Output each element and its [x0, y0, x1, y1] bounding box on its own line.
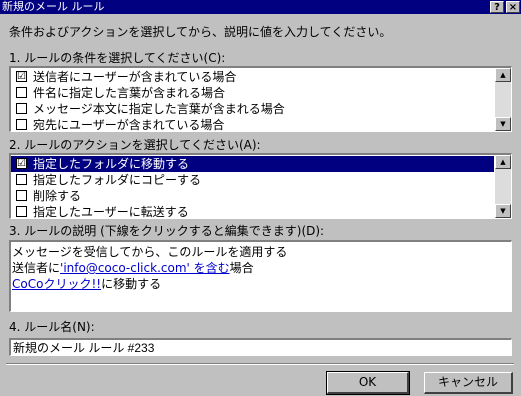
- description-line: CoCoクリック!!に移動する: [12, 277, 161, 292]
- scroll-down-icon[interactable]: ▼: [495, 204, 511, 218]
- checkbox[interactable]: [16, 119, 27, 130]
- description-line: 送信者に'info@coco-click.com' を含む場合: [12, 261, 254, 276]
- action-item[interactable]: 指定したユーザーに転送する: [11, 204, 494, 219]
- action-item[interactable]: ☑ 指定したフォルダに移動する: [11, 156, 494, 172]
- actions-list[interactable]: ☑ 指定したフォルダに移動する 指定したフォルダにコピーする 削除する 指定した…: [9, 153, 512, 219]
- rule-name-label: 4. ルール名(N):: [9, 320, 95, 334]
- checkbox[interactable]: [16, 174, 27, 185]
- condition-item[interactable]: メッセージ本文に指定した言葉が含まれる場合: [11, 101, 494, 117]
- description-line: メッセージを受信してから、このルールを適用する: [12, 245, 288, 259]
- description-text: に移動する: [101, 277, 162, 291]
- actions-scrollbar[interactable]: ▲ ▼: [495, 155, 511, 218]
- condition-item[interactable]: ☑ 送信者にユーザーが含まれている場合: [11, 69, 494, 85]
- scroll-up-icon[interactable]: ▲: [495, 155, 511, 169]
- checkbox[interactable]: ☑: [16, 158, 27, 169]
- description-text: 送信者に: [12, 261, 61, 275]
- cancel-button[interactable]: キャンセル: [424, 372, 513, 394]
- checkbox[interactable]: [16, 87, 27, 98]
- condition-label: 宛先にユーザーが含まれている場合: [33, 118, 225, 132]
- help-button[interactable]: ?: [490, 1, 504, 13]
- action-item[interactable]: 指定したフォルダにコピーする: [11, 172, 494, 188]
- title-bar: 新規のメール ルール ? ×: [0, 0, 521, 14]
- action-item[interactable]: 削除する: [11, 188, 494, 204]
- actions-label: 2. ルールのアクションを選択してください(A):: [9, 138, 261, 152]
- folder-link[interactable]: CoCoクリック!!: [12, 277, 101, 291]
- action-label: 指定したフォルダにコピーする: [33, 173, 202, 187]
- window-title: 新規のメール ルール: [2, 0, 105, 13]
- checkbox[interactable]: [16, 206, 27, 217]
- action-label: 指定したユーザーに転送する: [33, 205, 189, 219]
- scroll-up-icon[interactable]: ▲: [495, 68, 511, 82]
- scroll-down-icon[interactable]: ▼: [495, 117, 511, 131]
- separator: [6, 363, 514, 365]
- sender-condition-link[interactable]: 'info@coco-click.com' を含む: [60, 261, 230, 275]
- checkbox[interactable]: ☑: [16, 71, 27, 82]
- close-button[interactable]: ×: [506, 1, 520, 13]
- instructions-text: 条件およびアクションを選択してから、説明に値を入力してください。: [9, 25, 392, 39]
- action-label: 削除する: [33, 189, 82, 203]
- conditions-scrollbar[interactable]: ▲ ▼: [495, 68, 511, 131]
- conditions-label: 1. ルールの条件を選択してください(C):: [9, 51, 226, 65]
- condition-label: 送信者にユーザーが含まれている場合: [33, 70, 237, 84]
- condition-item[interactable]: 件名に指定した言葉が含まれる場合: [11, 85, 494, 101]
- condition-item[interactable]: 宛先にユーザーが含まれている場合: [11, 117, 494, 132]
- ok-button[interactable]: OK: [326, 371, 410, 395]
- description-text: 場合: [229, 261, 254, 275]
- condition-label: メッセージ本文に指定した言葉が含まれる場合: [33, 102, 285, 116]
- checkbox[interactable]: [16, 103, 27, 114]
- rule-name-input[interactable]: [9, 338, 512, 356]
- description-label: 3. ルールの説明 (下線をクリックすると編集できます)(D):: [9, 224, 325, 238]
- rule-description-box: メッセージを受信してから、このルールを適用する 送信者に'info@coco-c…: [9, 240, 512, 312]
- checkbox[interactable]: [16, 190, 27, 201]
- action-label: 指定したフォルダに移動する: [33, 157, 190, 171]
- condition-label: 件名に指定した言葉が含まれる場合: [33, 86, 226, 100]
- conditions-list[interactable]: ☑ 送信者にユーザーが含まれている場合 件名に指定した言葉が含まれる場合 メッセ…: [9, 66, 512, 132]
